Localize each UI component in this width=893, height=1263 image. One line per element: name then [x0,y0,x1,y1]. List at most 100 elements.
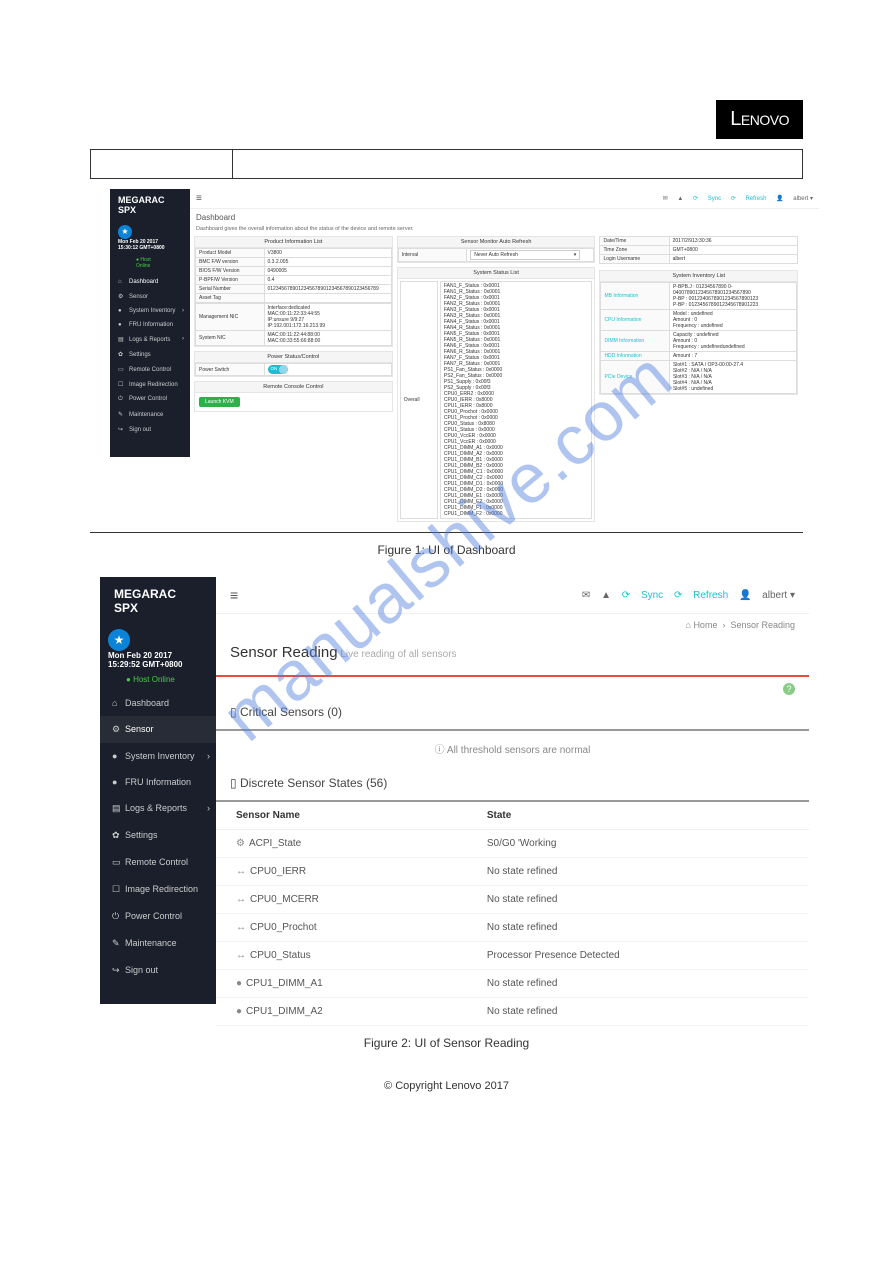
user-menu[interactable]: 👤 albert ▾ [776,196,813,202]
sidebar-item-system-inventory[interactable]: ●System Inventory› [110,304,190,318]
sidebar-item-fru-information[interactable]: ●FRU Information [100,769,216,795]
table-row: BIOS F/W Version0490005 [196,267,392,276]
sidebar-item-logs-reports[interactable]: ▤Logs & Reports› [100,795,216,822]
sensor-row[interactable]: ↔CPU0_IERRNo state refined [216,858,809,886]
page-subtitle: Dashboard gives the overall information … [190,226,819,236]
sign-out-icon: ↪ [118,426,126,433]
dt-info-table: Date/Time2017/2/913:30:36Time ZoneGMT+08… [599,236,798,264]
sidebar: MEGARAC SPX ★ Mon Feb 20 201715:30:12 GM… [110,189,190,457]
table-row: Asset Tag [196,294,392,303]
warning-icon[interactable]: ▲ [601,590,611,601]
sidebar-item-maintenance[interactable]: ✎Maintenance [110,407,190,422]
page-title: Sensor Reading [230,644,338,661]
sensor-type-icon: ↔ [236,894,246,905]
critical-sensors-header: ▯ Critical Sensors (0) [216,695,809,731]
sidebar-item-sign-out[interactable]: ↪Sign out [100,957,216,984]
mgmt-nic-value: Interface:dedicatedMAC:00:11:22:33:44:55… [264,304,391,331]
main-content: ≡ ✉ ▲ ⟳ Sync ⟳ Refresh 👤 albert ▾ ⌂ Home… [216,577,809,1026]
system-inventory-icon: ● [112,751,122,761]
chevron-right-icon: › [182,336,184,342]
logs-reports-icon: ▤ [112,803,122,814]
sensor-type-icon: ↔ [236,950,246,961]
table-row: CPU InformationModel : undefinedAmount :… [601,310,797,331]
sidebar-item-power-control[interactable]: ⏻Power Control [100,903,216,930]
sync-button[interactable]: ⟳ Sync [693,196,721,202]
sensor-row[interactable]: ↔CPU0_MCERRNo state refined [216,886,809,914]
remote-control-icon: ▭ [112,857,122,868]
table-row: MB InformationP-BPB.J : 01234567890 0-04… [601,283,797,310]
sensor-row[interactable]: ⚙ACPI_StateS0/G0 'Working [216,830,809,858]
sidebar-item-settings[interactable]: ✿Settings [110,347,190,362]
divider [90,532,803,533]
system-inventory-table: MB InformationP-BPB.J : 01234567890 0-04… [600,282,797,394]
launch-kvm-button[interactable]: Launch KVM [199,397,240,407]
figure-1-caption: Figure 1: UI of Dashboard [0,543,893,557]
interval-dropdown[interactable]: Never Auto Refresh [470,250,580,260]
sidebar-item-system-inventory[interactable]: ●System Inventory› [100,743,216,769]
sidebar-item-power-control[interactable]: ⏻Power Control [110,392,190,407]
page-header: Sensor Reading Live reading of all senso… [216,636,809,677]
sync-button[interactable]: ⟳ Sync [622,590,663,601]
user-menu[interactable]: 👤 albert ▾ [739,590,795,601]
interval-label: Interval [398,249,467,262]
sensor-type-icon: ↔ [236,866,246,877]
system-status-title: System Status List [398,268,595,279]
sidebar-item-sensor[interactable]: ⚙Sensor [100,716,216,743]
system-inventory-panel: System Inventory List MB InformationP-BP… [599,270,798,395]
sidebar-item-image-redirection[interactable]: ☐Image Redirection [100,876,216,903]
sidebar-item-maintenance[interactable]: ✎Maintenance [100,930,216,957]
sensor-icon: ⚙ [112,724,122,735]
sidebar-item-dashboard[interactable]: ⌂Dashboard [110,275,190,289]
menu-toggle-icon[interactable]: ≡ [196,193,202,204]
table-row: PCIe DeviceSlot#1 : SATA / OP3-00:00-27.… [601,361,797,394]
sidebar: MEGARAC SPX ★ Mon Feb 20 201715:29:52 GM… [100,577,216,1004]
sensor-row[interactable]: ●CPU1_DIMM_A2No state refined [216,998,809,1026]
sensor-row[interactable]: ↔CPU0_StatusProcessor Presence Detected [216,942,809,970]
chevron-right-icon: › [182,308,184,314]
sidebar-item-settings[interactable]: ✿Settings [100,822,216,849]
power-status-panel: Power Status/Control Power Switch ON [194,351,393,377]
sidebar-nav: ⌂Dashboard⚙Sensor●System Inventory›●FRU … [100,690,216,984]
discrete-sensors-header: ▯ Discrete Sensor States (56) [216,766,809,802]
sidebar-item-remote-control[interactable]: ▭Remote Control [110,362,190,377]
product-info-table: Product ModelV3800BMC F/W version0.3.2.0… [195,248,392,303]
mail-icon[interactable]: ✉ [663,196,668,202]
warning-icon[interactable]: ▲ [677,196,683,202]
system-nic-value: MAC:00:11:22:44:88:00MAC:00:33:55:66:88:… [264,331,391,346]
sidebar-datetime: ★ Mon Feb 20 201715:29:52 GMT+0800 [100,625,216,673]
system-inventory-title: System Inventory List [600,271,797,282]
sensor-type-icon: ● [236,978,242,989]
sidebar-item-image-redirection[interactable]: ☐Image Redirection [110,377,190,392]
sidebar-item-sign-out[interactable]: ↪Sign out [110,422,190,437]
sensor-type-icon: ● [236,1006,242,1017]
menu-toggle-icon[interactable]: ≡ [230,587,238,603]
sidebar-brand: MEGARAC SPX [110,189,190,221]
header-empty-table [90,149,803,179]
power-switch-toggle[interactable]: ON [268,365,288,374]
system-nic-label: System NIC [196,331,265,346]
star-icon: ★ [118,225,132,239]
sensor-row[interactable]: ●CPU1_DIMM_A1No state refined [216,970,809,998]
sensor-monitor-panel: Sensor Monitor Auto Refresh Interval Nev… [397,236,596,263]
sidebar-item-dashboard[interactable]: ⌂Dashboard [100,690,216,716]
sidebar-item-sensor[interactable]: ⚙Sensor [110,289,190,304]
sidebar-item-remote-control[interactable]: ▭Remote Control [100,849,216,876]
breadcrumb-home[interactable]: Home [693,620,717,630]
footer-copyright: © Copyright Lenovo 2017 [0,1080,893,1092]
topbar-right: ✉ ▲ ⟳ Sync ⟳ Refresh 👤 albert ▾ [655,195,813,202]
sensor-row[interactable]: ↔CPU0_ProchotNo state refined [216,914,809,942]
refresh-button[interactable]: ⟳ Refresh [674,590,728,601]
remote-console-panel: Remote Console Control Launch KVM [194,381,393,412]
home-icon[interactable]: ⌂ [685,620,690,630]
dashboard-icon: ⌂ [118,279,126,285]
logs-reports-icon: ▤ [118,336,126,343]
table-row: Time ZoneGMT+0800 [600,246,798,255]
sidebar-item-logs-reports[interactable]: ▤Logs & Reports› [110,332,190,347]
refresh-button[interactable]: ⟳ Refresh [731,196,767,202]
power-control-icon: ⏻ [112,911,122,922]
normal-message: ⓘ All threshold sensors are normal [216,731,809,766]
sidebar-item-fru-information[interactable]: ●FRU Information [110,318,190,332]
power-switch-label: Power Switch [196,364,265,376]
help-icon[interactable]: ? [783,683,795,695]
mail-icon[interactable]: ✉ [582,590,590,601]
